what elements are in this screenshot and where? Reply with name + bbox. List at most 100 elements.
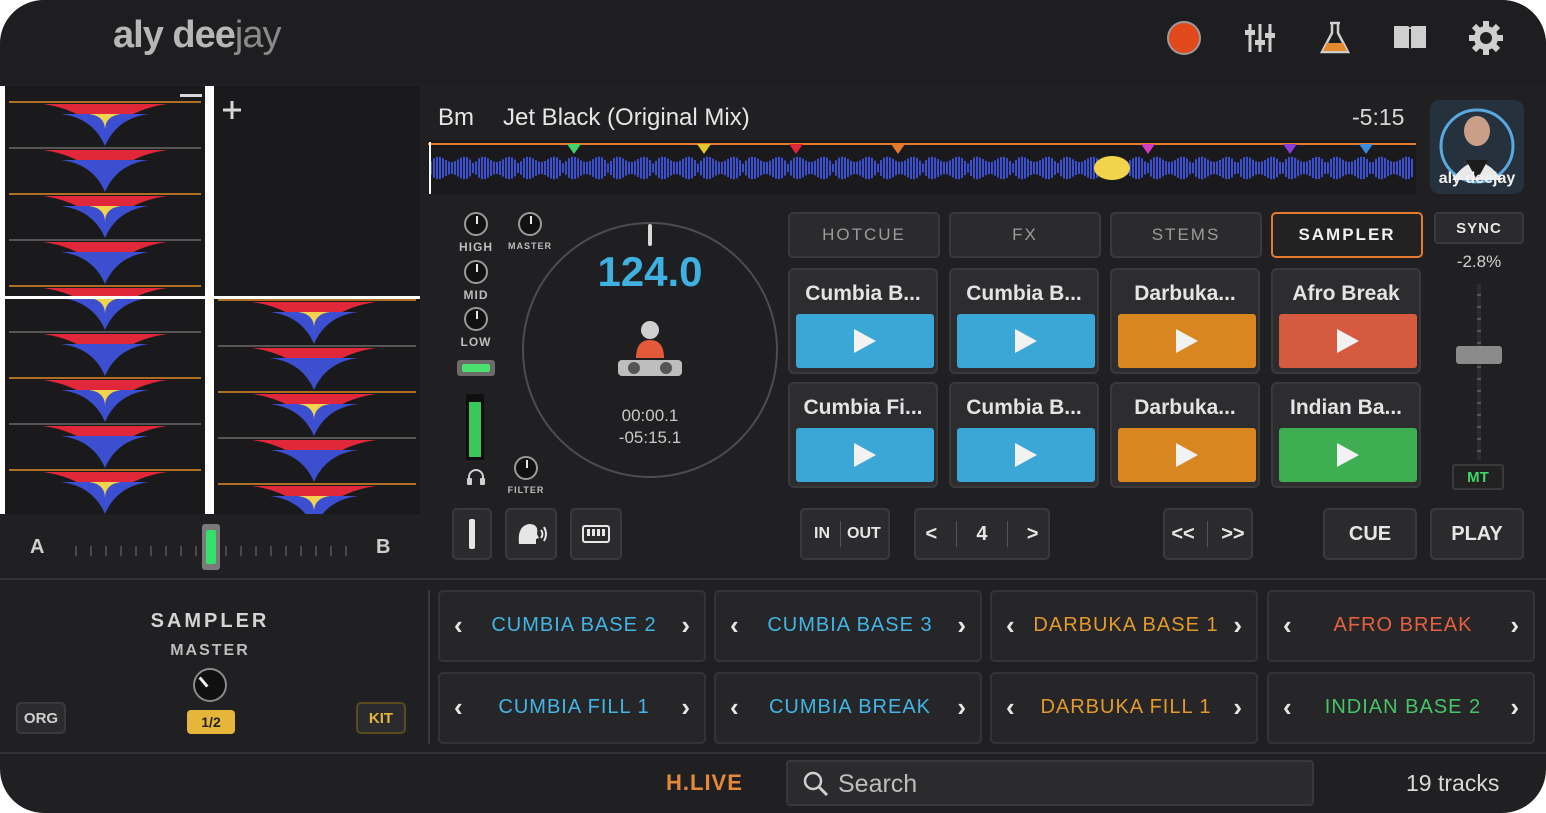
chevron-right-icon[interactable]: › [957, 692, 966, 723]
sample-pad-play-button[interactable] [957, 314, 1095, 368]
sample-pad-play-button[interactable] [1279, 428, 1417, 482]
section-divider [0, 578, 1546, 580]
tab-stems[interactable]: STEMS [1110, 212, 1262, 258]
loop-in-button[interactable]: IN [814, 525, 830, 543]
master-knob[interactable] [518, 212, 542, 236]
sample-pad-play-button[interactable] [1118, 428, 1256, 482]
keyboard-button[interactable] [570, 508, 622, 560]
chevron-left-icon[interactable]: ‹ [454, 692, 463, 723]
sample-pad[interactable]: Indian Ba... [1271, 382, 1421, 488]
loop-halve-button[interactable]: < [926, 523, 938, 546]
zoom-out-icon[interactable] [180, 94, 202, 97]
chevron-left-icon[interactable]: ‹ [1006, 692, 1015, 723]
chevron-left-icon[interactable]: ‹ [730, 692, 739, 723]
overview-wave-bar [502, 159, 504, 177]
chevron-right-icon[interactable]: › [957, 610, 966, 641]
book-icon[interactable] [1390, 18, 1430, 58]
overview-wave-bar [694, 160, 696, 176]
headphones-icon[interactable] [466, 468, 486, 486]
cue-button[interactable]: CUE [1323, 508, 1417, 560]
sampler-slot-name[interactable]: AFRO BREAK [1305, 614, 1501, 637]
hotcue-marker [1359, 144, 1373, 154]
pitch-fader-track[interactable] [1477, 284, 1481, 460]
chevron-left-icon[interactable]: ‹ [1006, 610, 1015, 641]
overview-wave-bar [1018, 157, 1020, 179]
kit-button[interactable]: KIT [356, 702, 406, 734]
gear-icon[interactable] [1466, 18, 1506, 58]
source-label[interactable]: H.LIVE [666, 770, 743, 796]
jump-back-button[interactable]: << [1171, 523, 1194, 546]
sampler-slot-name[interactable]: DARBUKA BASE 1 [1028, 614, 1224, 637]
chevron-left-icon[interactable]: ‹ [730, 610, 739, 641]
overview-wave-bar [1063, 157, 1065, 179]
crossfader-handle[interactable] [202, 524, 220, 570]
org-button[interactable]: ORG [16, 702, 66, 734]
overview-wave-bar [937, 159, 939, 177]
sample-pad[interactable]: Cumbia B... [949, 382, 1099, 488]
chevron-right-icon[interactable]: › [681, 610, 690, 641]
sample-pad[interactable]: Cumbia B... [949, 268, 1099, 374]
overview-wave-bar [1384, 157, 1386, 179]
loop-out-button[interactable]: OUT [847, 525, 881, 543]
pitch-fader-handle[interactable] [1456, 346, 1502, 364]
sample-pad-label: Indian Ba... [1289, 396, 1402, 419]
mixer-sliders-icon[interactable] [1240, 18, 1280, 58]
chevron-right-icon[interactable]: › [1233, 610, 1242, 641]
master-tempo-button[interactable]: MT [1452, 464, 1504, 490]
tab-sampler[interactable]: SAMPLER [1271, 212, 1423, 258]
avatar[interactable]: aly deejay [1430, 100, 1524, 194]
sampler-slot-name[interactable]: CUMBIA BREAK [752, 696, 948, 719]
eq-mid-knob[interactable] [464, 260, 488, 284]
sample-pad[interactable]: Darbuka... [1110, 268, 1260, 374]
play-button[interactable]: PLAY [1430, 508, 1524, 560]
chevron-left-icon[interactable]: ‹ [454, 610, 463, 641]
deck-selector-button[interactable] [452, 508, 492, 560]
waveform-deck-b[interactable] [214, 86, 420, 528]
chevron-left-icon[interactable]: ‹ [1283, 692, 1292, 723]
tab-hotcue[interactable]: HOTCUE [788, 212, 940, 258]
overview-wave-bar [1015, 159, 1017, 177]
sampler-master-knob[interactable] [193, 668, 227, 702]
chevron-right-icon[interactable]: › [1510, 692, 1519, 723]
waveform-deck-a[interactable] [5, 86, 205, 514]
sampler-slot-name[interactable]: CUMBIA FILL 1 [476, 696, 672, 719]
sample-pad-play-button[interactable] [796, 428, 934, 482]
overview-wave-bar [586, 161, 588, 175]
flask-icon[interactable] [1315, 18, 1355, 58]
chevron-right-icon[interactable]: › [681, 692, 690, 723]
filter-knob[interactable] [514, 456, 538, 480]
sampler-slot-name[interactable]: CUMBIA BASE 3 [752, 614, 948, 637]
sample-pad[interactable]: Afro Break [1271, 268, 1421, 374]
overview-wave-bar [961, 158, 963, 178]
sample-pad[interactable]: Darbuka... [1110, 382, 1260, 488]
sampler-ratio-button[interactable]: 1/2 [187, 710, 235, 734]
sample-pad-play-button[interactable] [1279, 314, 1417, 368]
sample-pad-play-button[interactable] [796, 314, 934, 368]
sample-pad[interactable]: Cumbia B... [788, 268, 938, 374]
sampler-slot-name[interactable]: DARBUKA FILL 1 [1028, 696, 1224, 719]
chevron-right-icon[interactable]: › [1510, 610, 1519, 641]
sampler-slot-name[interactable]: INDIAN BASE 2 [1305, 696, 1501, 719]
eq-low-knob[interactable] [464, 307, 488, 331]
sample-pad[interactable]: Cumbia Fi... [788, 382, 938, 488]
record-icon[interactable] [1164, 18, 1204, 58]
chevron-left-icon[interactable]: ‹ [1283, 610, 1292, 641]
zoom-in-icon[interactable] [222, 100, 242, 120]
loop-double-button[interactable]: > [1027, 523, 1039, 546]
chevron-right-icon[interactable]: › [1233, 692, 1242, 723]
sampler-master-label: MASTER [170, 642, 250, 659]
sync-button[interactable]: SYNC [1434, 212, 1524, 244]
track-overview-waveform[interactable] [428, 140, 1416, 194]
voice-button[interactable] [505, 508, 557, 560]
volume-fader-track[interactable] [466, 394, 484, 460]
sample-pad-play-button[interactable] [1118, 314, 1256, 368]
eq-high-knob[interactable] [464, 212, 488, 236]
beat-waveform-panel[interactable] [0, 86, 420, 528]
sampler-slot-name[interactable]: CUMBIA BASE 2 [476, 614, 672, 637]
volume-fader-handle[interactable] [457, 360, 495, 376]
overview-wave-bar [451, 161, 453, 175]
sample-pad-play-button[interactable] [957, 428, 1095, 482]
overview-wave-bar [1399, 159, 1401, 177]
tab-fx[interactable]: FX [949, 212, 1101, 258]
jump-forward-button[interactable]: >> [1221, 523, 1244, 546]
